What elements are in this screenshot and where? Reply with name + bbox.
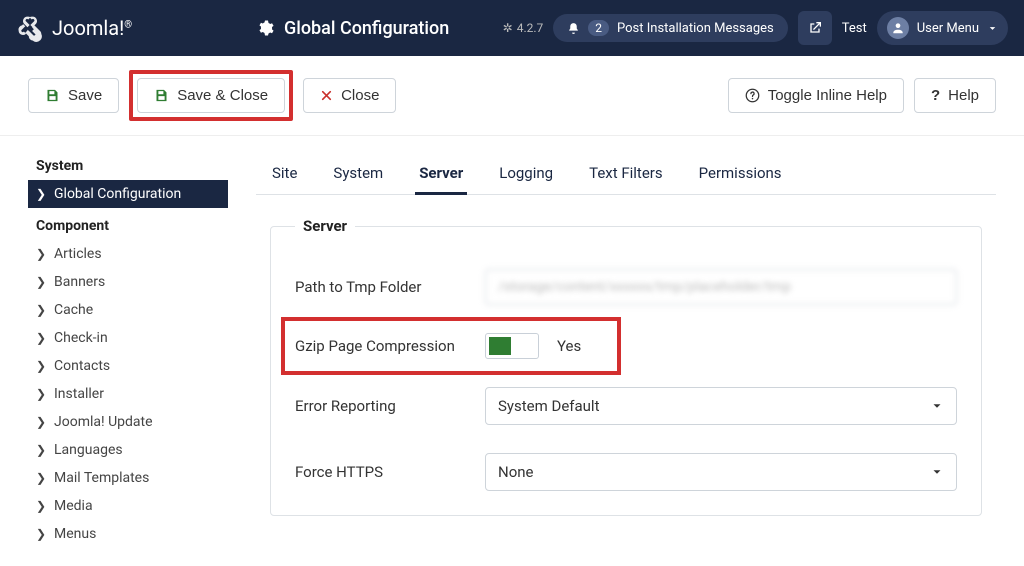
post-install-messages-button[interactable]: 2 Post Installation Messages xyxy=(553,14,787,42)
chevron-down-icon xyxy=(987,23,998,34)
tab-logging[interactable]: Logging xyxy=(495,154,557,194)
toggle-gzip-value: Yes xyxy=(557,337,581,355)
sidebar-item-label: Contacts xyxy=(54,358,110,374)
label-force-https: Force HTTPS xyxy=(295,463,485,481)
select-force-https[interactable]: None xyxy=(485,453,957,491)
save-icon xyxy=(154,88,169,103)
close-icon xyxy=(320,89,333,102)
question-icon: ? xyxy=(931,87,940,104)
sidebar-item-menus[interactable]: ❯ Menus xyxy=(28,520,228,548)
toggle-gzip[interactable] xyxy=(485,333,539,359)
sidebar-item-label: Cache xyxy=(54,302,93,318)
action-toolbar: Save Save & Close Close Toggle Inline He… xyxy=(0,56,1024,136)
tab-site[interactable]: Site xyxy=(268,154,301,194)
sidebar-heading-system: System xyxy=(28,154,228,180)
toggle-inline-help-button[interactable]: Toggle Inline Help xyxy=(728,78,904,113)
row-force-https: Force HTTPS None xyxy=(295,439,957,505)
question-circle-icon xyxy=(745,88,760,103)
row-error-reporting: Error Reporting System Default xyxy=(295,373,957,439)
chevron-right-icon: ❯ xyxy=(36,443,48,457)
server-panel: Server Path to Tmp Folder /storage/conte… xyxy=(256,217,996,516)
sidebar-item-global-configuration[interactable]: ❯ Global Configuration xyxy=(28,180,228,208)
tab-system[interactable]: System xyxy=(329,154,387,194)
sidebar-item-label: Check-in xyxy=(54,330,108,346)
sidebar-item-label: Menus xyxy=(54,526,96,542)
sidebar-item-cache[interactable]: ❯ Cache xyxy=(28,296,228,324)
chevron-right-icon: ❯ xyxy=(36,303,48,317)
label-error-reporting: Error Reporting xyxy=(295,397,485,415)
sidebar-item-label: Joomla! Update xyxy=(54,414,153,430)
main-panel: Site System Server Logging Text Filters Permi… xyxy=(256,154,996,548)
bell-icon xyxy=(567,22,580,35)
save-button[interactable]: Save xyxy=(28,78,119,113)
sidebar-item-languages[interactable]: ❯ Languages xyxy=(28,436,228,464)
sidebar-item-label: Media xyxy=(54,498,93,514)
topbar-right: ✲ 4.2.7 2 Post Installation Messages Tes… xyxy=(503,11,1008,45)
toggle-knob xyxy=(489,337,511,355)
row-gzip: Gzip Page Compression Yes xyxy=(295,319,957,373)
highlight-save-close: Save & Close xyxy=(129,70,293,121)
input-tmp-path[interactable]: /storage/content/xxxxxx/tmp/placeholder/… xyxy=(485,269,957,305)
help-button[interactable]: ? Help xyxy=(914,78,996,113)
sidebar-item-contacts[interactable]: ❯ Contacts xyxy=(28,352,228,380)
row-tmp-path: Path to Tmp Folder /storage/content/xxxx… xyxy=(295,255,957,319)
notif-count: 2 xyxy=(588,20,609,36)
tab-server[interactable]: Server xyxy=(415,154,467,194)
gear-icon xyxy=(256,19,274,37)
save-close-button[interactable]: Save & Close xyxy=(137,78,285,113)
chevron-right-icon: ❯ xyxy=(36,415,48,429)
chevron-right-icon: ❯ xyxy=(36,247,48,261)
sidebar-item-joomla-update[interactable]: ❯ Joomla! Update xyxy=(28,408,228,436)
chevron-right-icon: ❯ xyxy=(36,187,48,201)
close-button[interactable]: Close xyxy=(303,78,396,113)
sidebar-item-installer[interactable]: ❯ Installer xyxy=(28,380,228,408)
chevron-right-icon: ❯ xyxy=(36,527,48,541)
content-area: System ❯ Global Configuration Component … xyxy=(0,136,1024,566)
page-title: Global Configuration xyxy=(256,18,503,39)
sidebar-item-label: Mail Templates xyxy=(54,470,149,486)
joomla-logo-icon xyxy=(16,14,44,42)
chevron-right-icon: ❯ xyxy=(36,275,48,289)
chevron-right-icon: ❯ xyxy=(36,387,48,401)
external-link-icon xyxy=(807,20,823,36)
top-bar: Joomla!® Global Configuration ✲ 4.2.7 2 … xyxy=(0,0,1024,56)
sidebar-item-articles[interactable]: ❯ Articles xyxy=(28,240,228,268)
version-badge: ✲ 4.2.7 xyxy=(503,21,544,35)
sidebar-item-label: Installer xyxy=(54,386,104,402)
brand-text: Joomla!® xyxy=(52,16,132,40)
chevron-right-icon: ❯ xyxy=(36,331,48,345)
sidebar-item-mail-templates[interactable]: ❯ Mail Templates xyxy=(28,464,228,492)
chevron-right-icon: ❯ xyxy=(36,359,48,373)
tab-text-filters[interactable]: Text Filters xyxy=(585,154,667,194)
chevron-right-icon: ❯ xyxy=(36,499,48,513)
sidebar: System ❯ Global Configuration Component … xyxy=(28,154,228,548)
sidebar-item-check-in[interactable]: ❯ Check-in xyxy=(28,324,228,352)
user-icon xyxy=(887,17,909,39)
sidebar-item-label: Banners xyxy=(54,274,105,290)
select-error-reporting[interactable]: System Default xyxy=(485,387,957,425)
test-label[interactable]: Test xyxy=(842,21,867,36)
server-fieldset: Server Path to Tmp Folder /storage/conte… xyxy=(270,217,982,516)
sidebar-item-banners[interactable]: ❯ Banners xyxy=(28,268,228,296)
sidebar-item-label: Articles xyxy=(54,246,102,262)
user-menu[interactable]: User Menu xyxy=(877,11,1008,45)
brand[interactable]: Joomla!® xyxy=(16,14,256,42)
save-icon xyxy=(45,88,60,103)
label-tmp-path: Path to Tmp Folder xyxy=(295,278,485,296)
label-gzip: Gzip Page Compression xyxy=(295,337,485,355)
tabs: Site System Server Logging Text Filters Permi… xyxy=(256,154,996,195)
open-site-button[interactable] xyxy=(798,11,832,45)
chevron-right-icon: ❯ xyxy=(36,471,48,485)
sidebar-heading-component: Component xyxy=(28,214,228,240)
joomla-mini-icon: ✲ xyxy=(503,21,513,35)
sidebar-item-label: Languages xyxy=(54,442,123,458)
tab-permissions[interactable]: Permissions xyxy=(695,154,786,194)
chevron-down-icon xyxy=(930,465,944,479)
sidebar-item-media[interactable]: ❯ Media xyxy=(28,492,228,520)
fieldset-legend: Server xyxy=(295,217,355,235)
chevron-down-icon xyxy=(930,399,944,413)
